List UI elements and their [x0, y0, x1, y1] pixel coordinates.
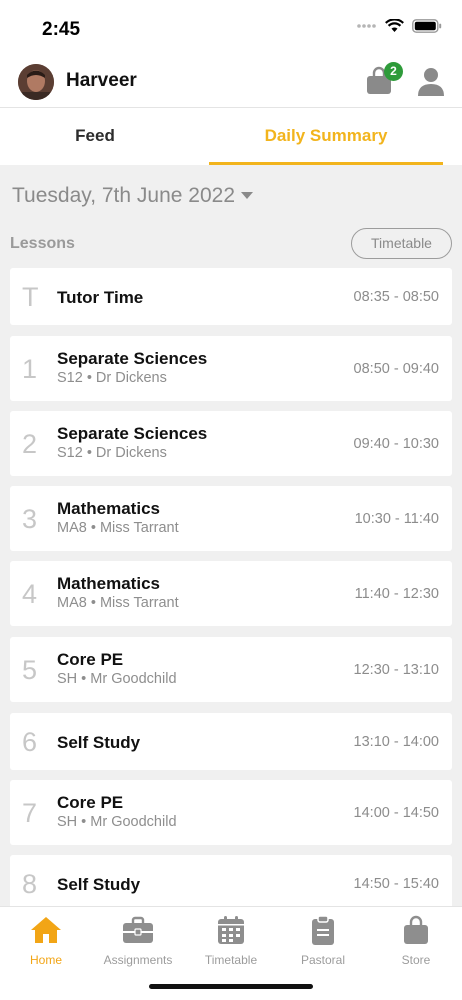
- period-number: 2: [22, 429, 38, 459]
- period-number: 8: [22, 869, 38, 899]
- tabbar-assignments[interactable]: Assignments: [92, 915, 184, 967]
- lesson-time: 12:30 - 13:10: [353, 662, 439, 678]
- tabbar-store[interactable]: Store: [370, 915, 462, 967]
- lesson-card[interactable]: 4 Mathematics MA8 • Miss Tarrant 11:40 -…: [10, 561, 452, 626]
- tabbar-home[interactable]: Home: [0, 915, 92, 967]
- shopping-bag-icon: [404, 915, 428, 944]
- lesson-detail: SH • Mr Goodchild: [57, 671, 177, 687]
- calendar-icon: [218, 916, 244, 944]
- lesson-time: 14:50 - 15:40: [353, 876, 439, 892]
- lesson-time: 11:40 - 12:30: [354, 586, 439, 602]
- status-bar: 2:45: [0, 0, 462, 56]
- lesson-card[interactable]: 2 Separate Sciences S12 • Dr Dickens 09:…: [10, 411, 452, 476]
- lesson-detail: S12 • Dr Dickens: [57, 445, 167, 461]
- tabbar-label: Assignments: [103, 953, 173, 967]
- period-number: 3: [22, 504, 38, 534]
- tabbar-label: Pastoral: [300, 953, 346, 967]
- app-header: Harveer 2: [0, 56, 462, 108]
- lesson-subject: Mathematics: [57, 574, 160, 593]
- lesson-card[interactable]: 8 Self Study 14:50 - 15:40: [10, 855, 452, 912]
- lesson-detail: S12 • Dr Dickens: [57, 370, 167, 386]
- timetable-button[interactable]: Timetable: [351, 228, 452, 259]
- lesson-card[interactable]: 6 Self Study 13:10 - 14:00: [10, 713, 452, 770]
- lessons-heading: Lessons: [10, 235, 75, 252]
- wifi-icon: [385, 19, 404, 32]
- tabbar-pastoral[interactable]: Pastoral: [277, 915, 369, 967]
- lesson-detail: MA8 • Miss Tarrant: [57, 520, 179, 536]
- tab-daily-summary[interactable]: Daily Summary: [209, 108, 443, 165]
- tab-bar-top: Feed Daily Summary: [0, 108, 462, 165]
- person-icon: [418, 68, 444, 96]
- lesson-subject: Tutor Time: [57, 288, 144, 307]
- user-name: Harveer: [66, 70, 137, 91]
- tabbar-label: Timetable: [204, 953, 258, 967]
- profile-button[interactable]: [417, 66, 445, 96]
- lesson-card[interactable]: 7 Core PE SH • Mr Goodchild 14:00 - 14:5…: [10, 780, 452, 845]
- lesson-subject: Mathematics: [57, 499, 160, 518]
- lesson-time: 14:00 - 14:50: [353, 805, 439, 821]
- period-number: 1: [22, 354, 38, 384]
- lesson-time: 10:30 - 11:40: [354, 511, 439, 527]
- lesson-detail: MA8 • Miss Tarrant: [57, 595, 179, 611]
- lesson-time: 08:50 - 09:40: [353, 361, 439, 377]
- home-icon: [31, 917, 61, 943]
- lesson-time: 08:35 - 08:50: [353, 289, 439, 305]
- date-picker[interactable]: Tuesday, 7th June 2022: [12, 184, 253, 208]
- tabbar-label: Store: [401, 953, 431, 967]
- period-number: 5: [22, 655, 38, 685]
- lesson-subject: Self Study: [57, 875, 141, 894]
- lesson-card[interactable]: T Tutor Time 08:35 - 08:50: [10, 268, 452, 325]
- lesson-subject: Separate Sciences: [57, 424, 208, 443]
- period-number: T: [22, 282, 39, 312]
- status-icons: [357, 19, 442, 33]
- period-number: 7: [22, 798, 38, 828]
- lesson-card[interactable]: 1 Separate Sciences S12 • Dr Dickens 08:…: [10, 336, 452, 401]
- lesson-time: 13:10 - 14:00: [353, 734, 439, 750]
- active-tab-indicator: [209, 162, 443, 165]
- lesson-subject: Self Study: [57, 733, 141, 752]
- clipboard-icon: [312, 915, 334, 945]
- lesson-detail: SH • Mr Goodchild: [57, 814, 177, 830]
- cart-badge: 2: [384, 62, 403, 81]
- lesson-card[interactable]: 5 Core PE SH • Mr Goodchild 12:30 - 13:1…: [10, 637, 452, 702]
- avatar[interactable]: [18, 64, 54, 100]
- lesson-time: 09:40 - 10:30: [353, 436, 439, 452]
- lesson-card[interactable]: 3 Mathematics MA8 • Miss Tarrant 10:30 -…: [10, 486, 452, 551]
- caret-down-icon: [241, 192, 253, 199]
- signal-icon: [357, 24, 376, 28]
- lesson-subject: Core PE: [57, 793, 124, 812]
- battery-icon: [412, 19, 442, 33]
- lesson-subject: Separate Sciences: [57, 349, 208, 368]
- tab-feed[interactable]: Feed: [0, 108, 190, 165]
- home-indicator: [149, 984, 313, 989]
- status-time: 2:45: [42, 19, 81, 40]
- lesson-subject: Core PE: [57, 650, 124, 669]
- tabbar-timetable[interactable]: Timetable: [185, 915, 277, 967]
- period-number: 4: [22, 579, 38, 609]
- tabbar-label: Home: [29, 953, 62, 967]
- period-number: 6: [22, 727, 38, 757]
- date-label: Tuesday, 7th June 2022: [12, 184, 235, 207]
- briefcase-icon: [123, 916, 153, 943]
